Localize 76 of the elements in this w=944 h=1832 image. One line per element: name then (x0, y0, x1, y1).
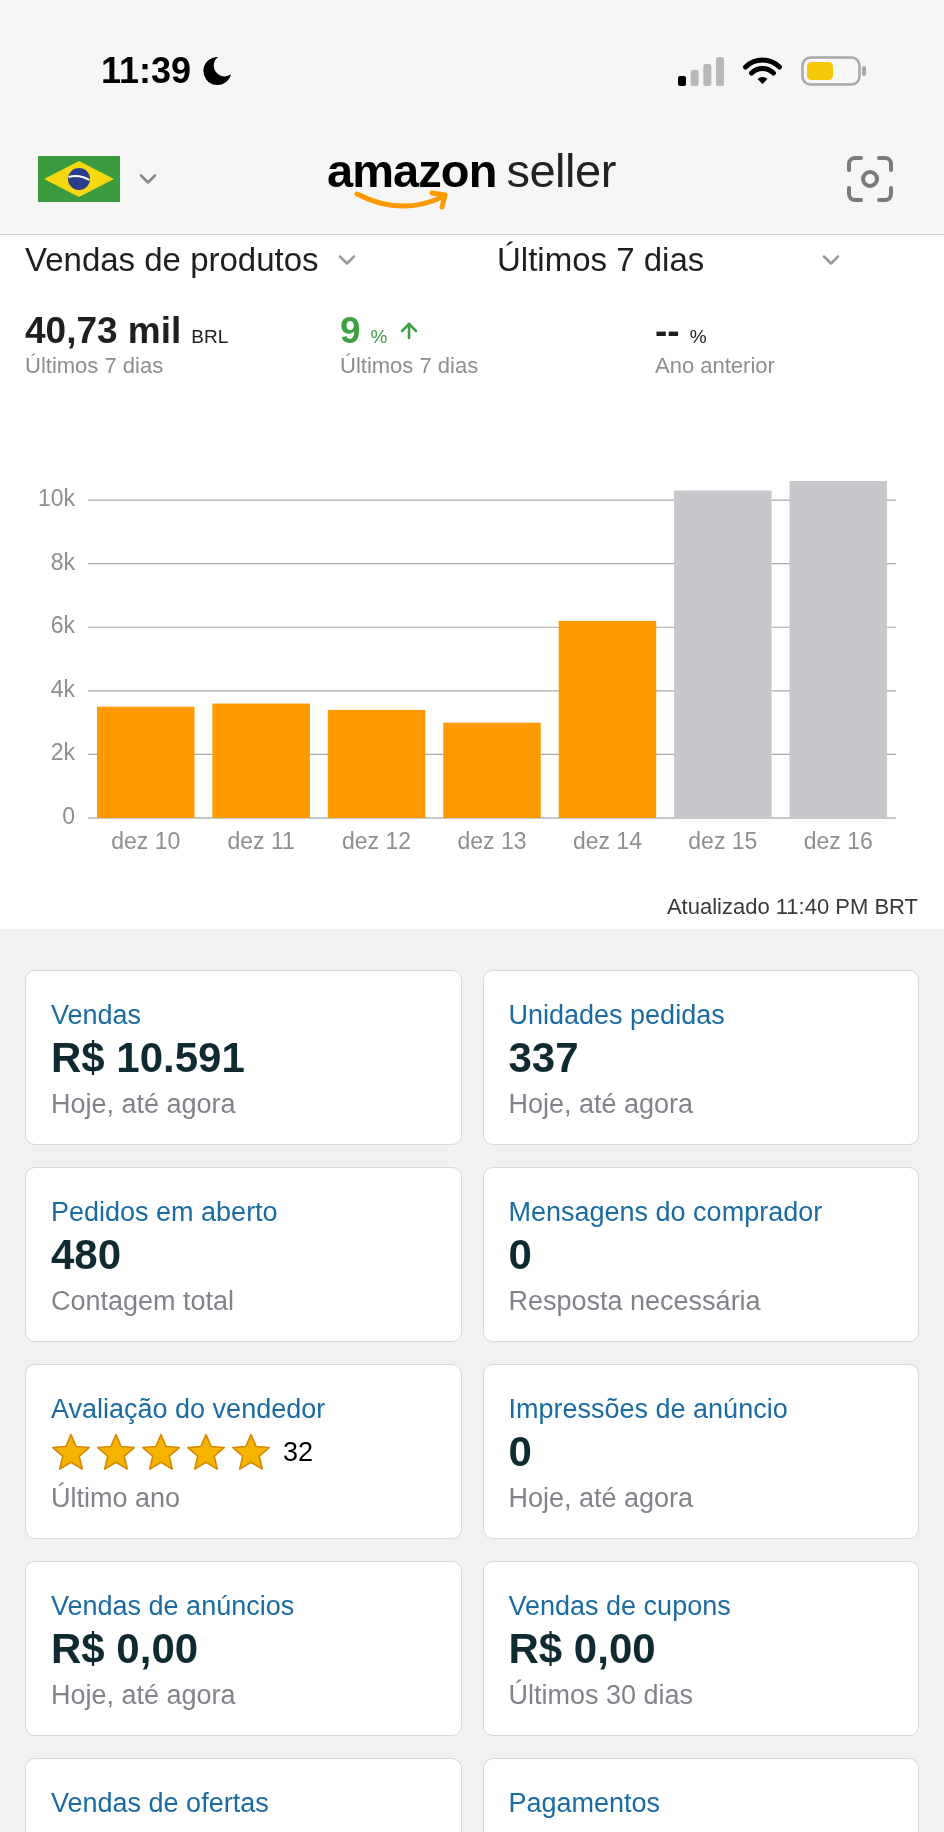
card-value: 337 (508, 1035, 579, 1081)
period-dropdown[interactable]: Últimos 7 dias (497, 240, 845, 280)
card-value: 480 (51, 1232, 122, 1278)
card-value: R$ 0,00 (51, 1626, 199, 1672)
stat-value: 40,73 mil (25, 311, 182, 351)
stat-unit: BRL (191, 325, 229, 349)
metric-card[interactable]: Vendas de ofertas (25, 1758, 462, 1832)
metric-card[interactable]: Unidades pedidas 337 Hoje, até agora (482, 970, 919, 1145)
card-title: Pedidos em aberto (51, 1196, 278, 1228)
axis-label: 6k (50, 612, 75, 639)
metric-card[interactable]: Vendas de anúncios R$ 0,00 Hoje, até agora (25, 1561, 462, 1736)
logo-wordmark: amazon (327, 145, 497, 197)
card-value: 0 (508, 1429, 532, 1475)
stat-unit: % (689, 325, 707, 349)
card-title: Vendas de anúncios (51, 1590, 295, 1622)
metric-dropdown[interactable]: Vendas de produtos (25, 240, 361, 280)
card-caption: Hoje, até agora (51, 1088, 236, 1120)
axis-label: dez 14 (572, 828, 642, 855)
axis-label: 10k (37, 485, 75, 512)
scan-button[interactable] (847, 156, 893, 202)
star-icon (96, 1433, 136, 1471)
stat-unit: % (370, 325, 388, 349)
battery-icon (801, 56, 867, 86)
card-caption: Hoje, até agora (51, 1679, 236, 1711)
scan-icon (847, 156, 893, 202)
logo-wordmark: seller (506, 145, 616, 197)
stat-caption: Últimos 7 dias (340, 354, 479, 378)
card-caption: Últimos 30 dias (508, 1679, 694, 1711)
axis-label: 4k (50, 675, 75, 702)
card-value: 0 (508, 1232, 532, 1278)
stat-caption: Últimos 7 dias (25, 354, 164, 378)
metric-card[interactable]: Pedidos em aberto 480 Contagem total (25, 1167, 462, 1342)
axis-label: 0 (62, 803, 75, 830)
star-icon (231, 1433, 271, 1471)
moon-icon (203, 57, 232, 85)
metric-card[interactable]: Vendas de cupons R$ 0,00 Últimos 30 dias (482, 1561, 919, 1736)
card-title: Vendas (51, 999, 142, 1031)
axis-label: dez 13 (457, 828, 527, 855)
card-value: R$ 10.591 (51, 1035, 245, 1081)
metric-card[interactable]: Avaliação do vendedor 32 Último ano (25, 1364, 462, 1539)
card-title: Avaliação do vendedor (51, 1393, 326, 1425)
metric-card[interactable]: Vendas R$ 10.591 Hoje, até agora (25, 970, 462, 1145)
axis-label: dez 16 (803, 828, 873, 855)
card-title: Vendas de ofertas (51, 1787, 269, 1819)
status-time: 11:39 (101, 51, 192, 91)
card-caption: Contagem total (51, 1285, 235, 1317)
star-icon (186, 1433, 226, 1471)
card-title: Mensagens do comprador (508, 1196, 823, 1228)
rating-count: 32 (283, 1436, 314, 1468)
axis-label: dez 11 (227, 828, 295, 855)
card-title: Unidades pedidas (508, 999, 725, 1031)
card-caption: Último ano (51, 1482, 181, 1514)
brazil-flag-icon (38, 156, 120, 202)
metric-card[interactable]: Mensagens do comprador 0 Resposta necessária (482, 1167, 919, 1342)
star-icon (141, 1433, 181, 1471)
card-title: Vendas de cupons (508, 1590, 731, 1622)
card-caption: Resposta necessária (508, 1285, 761, 1317)
metric-card[interactable]: Pagamentos (482, 1758, 919, 1832)
stat-caption: Ano anterior (655, 354, 775, 378)
wifi-icon (742, 57, 783, 85)
signal-icon (678, 56, 724, 86)
card-value: R$ 0,00 (508, 1626, 656, 1672)
card-caption: Hoje, até agora (508, 1088, 694, 1120)
axis-label: 8k (50, 548, 75, 575)
card-title: Pagamentos (508, 1787, 661, 1819)
updated-time: Atualizado 11:40 PM BRT (666, 895, 918, 919)
axis-label: dez 15 (688, 828, 758, 855)
axis-label: dez 12 (342, 828, 412, 855)
card-title: Impressões de anúncio (508, 1393, 788, 1425)
star-icon (51, 1433, 91, 1471)
axis-label: 2k (50, 739, 75, 766)
stat-value: -- (655, 311, 680, 351)
card-caption: Hoje, até agora (508, 1482, 694, 1514)
stat-value: 9 (340, 311, 361, 351)
axis-label: dez 10 (111, 828, 181, 855)
metric-card[interactable]: Impressões de anúncio 0 Hoje, até agora (482, 1364, 919, 1539)
